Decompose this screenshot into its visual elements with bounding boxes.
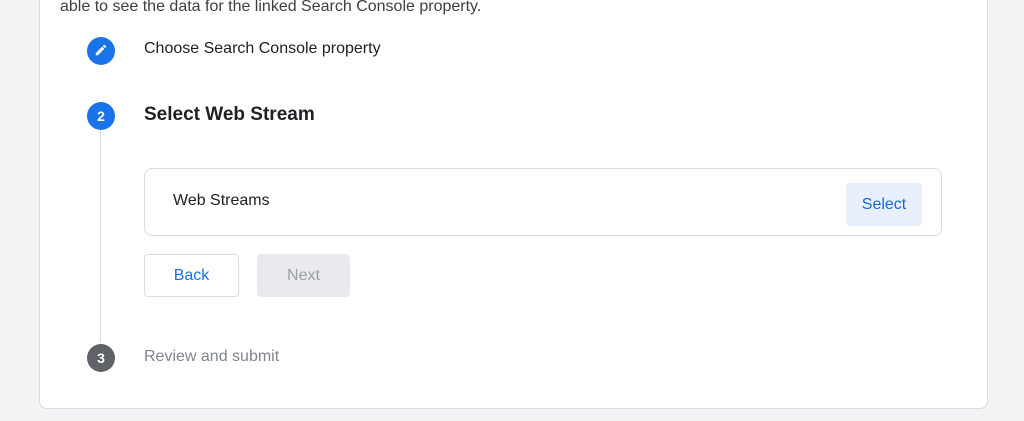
step-3-title: Review and submit — [144, 348, 280, 365]
intro-text: able to see the data for the linked Sear… — [60, 0, 482, 15]
pencil-icon — [94, 43, 108, 60]
select-web-stream-button[interactable]: Select — [846, 183, 922, 226]
step-3-indicator: 3 — [87, 344, 115, 372]
step-2-title: Select Web Stream — [144, 104, 315, 125]
next-button[interactable]: Next — [257, 254, 350, 297]
web-streams-label: Web Streams — [173, 192, 270, 209]
step-1-indicator — [87, 37, 115, 65]
step-2-indicator: 2 — [87, 102, 115, 130]
stepper-line — [100, 130, 101, 342]
back-button[interactable]: Back — [144, 254, 239, 297]
web-streams-panel: Web Streams Select — [144, 168, 942, 236]
step-1-title[interactable]: Choose Search Console property — [144, 40, 381, 58]
